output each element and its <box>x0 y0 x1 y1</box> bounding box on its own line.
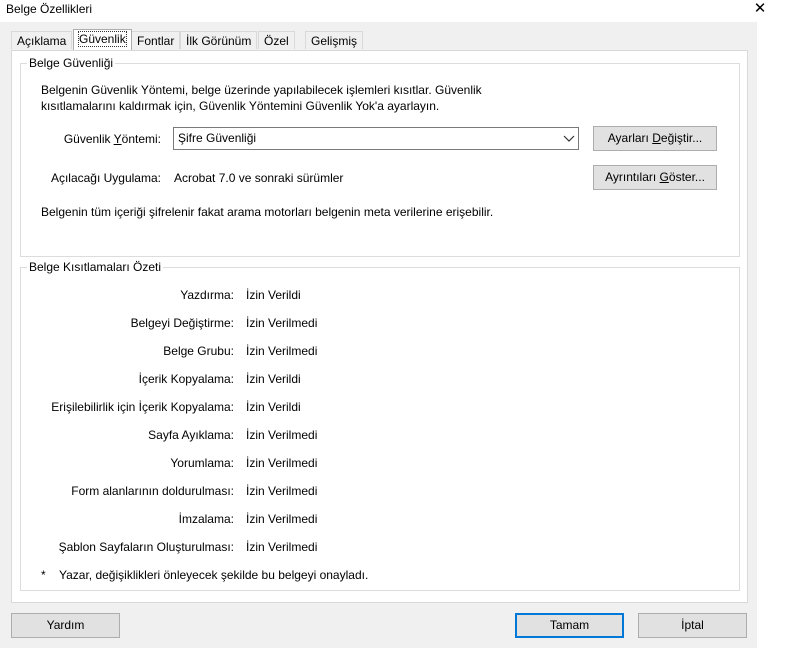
tab-custom[interactable]: Özel <box>258 31 295 49</box>
restriction-value: İzin Verilmedi <box>246 344 318 358</box>
restriction-value: İzin Verilmedi <box>246 456 318 470</box>
restriction-value: İzin Verildi <box>246 372 301 386</box>
restriction-value: İzin Verildi <box>246 288 301 302</box>
title-bar: Belge Özellikleri ✕ <box>0 0 800 22</box>
window-title: Belge Özellikleri <box>6 2 93 16</box>
restriction-label: Şablon Sayfaların Oluşturulması: <box>58 540 234 554</box>
tab-advanced[interactable]: Gelişmiş <box>305 31 364 49</box>
restriction-value: İzin Verilmedi <box>246 484 318 498</box>
button-mnemonic: G <box>659 170 669 184</box>
application-label: Açılacağı Uygulama: <box>50 171 161 185</box>
tab-label: Güvenlik <box>78 31 127 47</box>
security-method-dropdown[interactable]: Şifre Güvenliği <box>173 127 579 150</box>
background-strip <box>757 22 800 648</box>
button-label: öster... <box>668 170 705 184</box>
button-mnemonic: D <box>652 131 661 145</box>
restriction-value: İzin Verildi <box>246 400 301 414</box>
button-label: Ayarları <box>607 131 653 145</box>
label-mnemonic: Y <box>113 132 122 146</box>
restriction-label: İçerik Kopyalama: <box>138 372 234 386</box>
application-value: Acrobat 7.0 ve sonraki sürümler <box>174 171 344 185</box>
show-details-button[interactable]: Ayrıntıları Göster... <box>593 165 717 190</box>
security-tab-panel: Belge Güvenliği Belgenin Güvenlik Yöntem… <box>11 50 748 603</box>
restriction-value: İzin Verilmedi <box>246 316 318 330</box>
footnote-text: Yazar, değişiklikleri önleyecek şekilde … <box>59 568 369 582</box>
restriction-label: Yorumlama: <box>170 456 234 470</box>
tab-initial-view[interactable]: İlk Görünüm <box>180 31 258 49</box>
tab-label: Gelişmiş <box>311 34 358 48</box>
restriction-value: İzin Verilmedi <box>246 512 318 526</box>
tab-label: İlk Görünüm <box>186 34 252 48</box>
chevron-down-icon[interactable] <box>560 128 578 149</box>
tab-description[interactable]: Açıklama <box>11 31 73 49</box>
change-settings-button[interactable]: Ayarları Değiştir... <box>593 126 717 151</box>
button-label: Ayrıntıları <box>605 170 660 184</box>
restriction-label: Yazdırma: <box>180 288 234 302</box>
footnote-star: * <box>41 568 46 582</box>
label-part: öntemi: <box>121 132 161 146</box>
restriction-label: Belgeyi Değiştirme: <box>130 316 234 330</box>
group-title: Belge Kısıtlamaları Özeti <box>27 260 164 274</box>
tab-label: Fontlar <box>137 34 175 48</box>
tab-label: Özel <box>264 34 289 48</box>
restriction-label: Belge Grubu: <box>163 344 234 358</box>
security-method-value: Şifre Güvenliği <box>178 131 257 145</box>
tab-label: Açıklama <box>17 34 67 48</box>
group-title: Belge Güvenliği <box>27 56 116 70</box>
restriction-label: Sayfa Ayıklama: <box>148 428 234 442</box>
help-button[interactable]: Yardım <box>11 613 120 638</box>
button-label: eğiştir... <box>660 131 703 145</box>
ok-button[interactable]: Tamam <box>515 613 624 638</box>
security-method-label: Güvenlik Yöntemi: <box>31 132 161 146</box>
restrictions-summary-group: Belge Kısıtlamaları Özeti Yazdırma: İzin … <box>20 260 740 591</box>
metadata-note: Belgenin tüm içeriği şifrelenir fakat ar… <box>41 205 494 219</box>
restriction-label: Form alanlarının doldurulması: <box>71 484 234 498</box>
cancel-button[interactable]: İptal <box>638 613 747 638</box>
restriction-value: İzin Verilmedi <box>246 540 318 554</box>
close-icon[interactable]: ✕ <box>748 0 772 19</box>
document-security-group: Belge Güvenliği Belgenin Güvenlik Yöntem… <box>20 56 740 257</box>
tab-security[interactable]: Güvenlik <box>73 29 132 50</box>
tab-fonts[interactable]: Fontlar <box>131 31 181 49</box>
restriction-label: Erişilebilirlik için İçerik Kopyalama: <box>51 400 234 414</box>
label-part: Güvenlik <box>63 132 114 146</box>
document-properties-dialog: Açıklama Güvenlik Fontlar İlk Görünüm Öz… <box>0 22 757 648</box>
description-line-1: Belgenin Güvenlik Yöntemi, belge üzerind… <box>41 83 482 97</box>
restriction-label: İmzalama: <box>178 512 234 526</box>
restriction-value: İzin Verilmedi <box>246 428 318 442</box>
description-line-2: kısıtlamalarını kaldırmak için, Güvenlik… <box>41 99 440 113</box>
